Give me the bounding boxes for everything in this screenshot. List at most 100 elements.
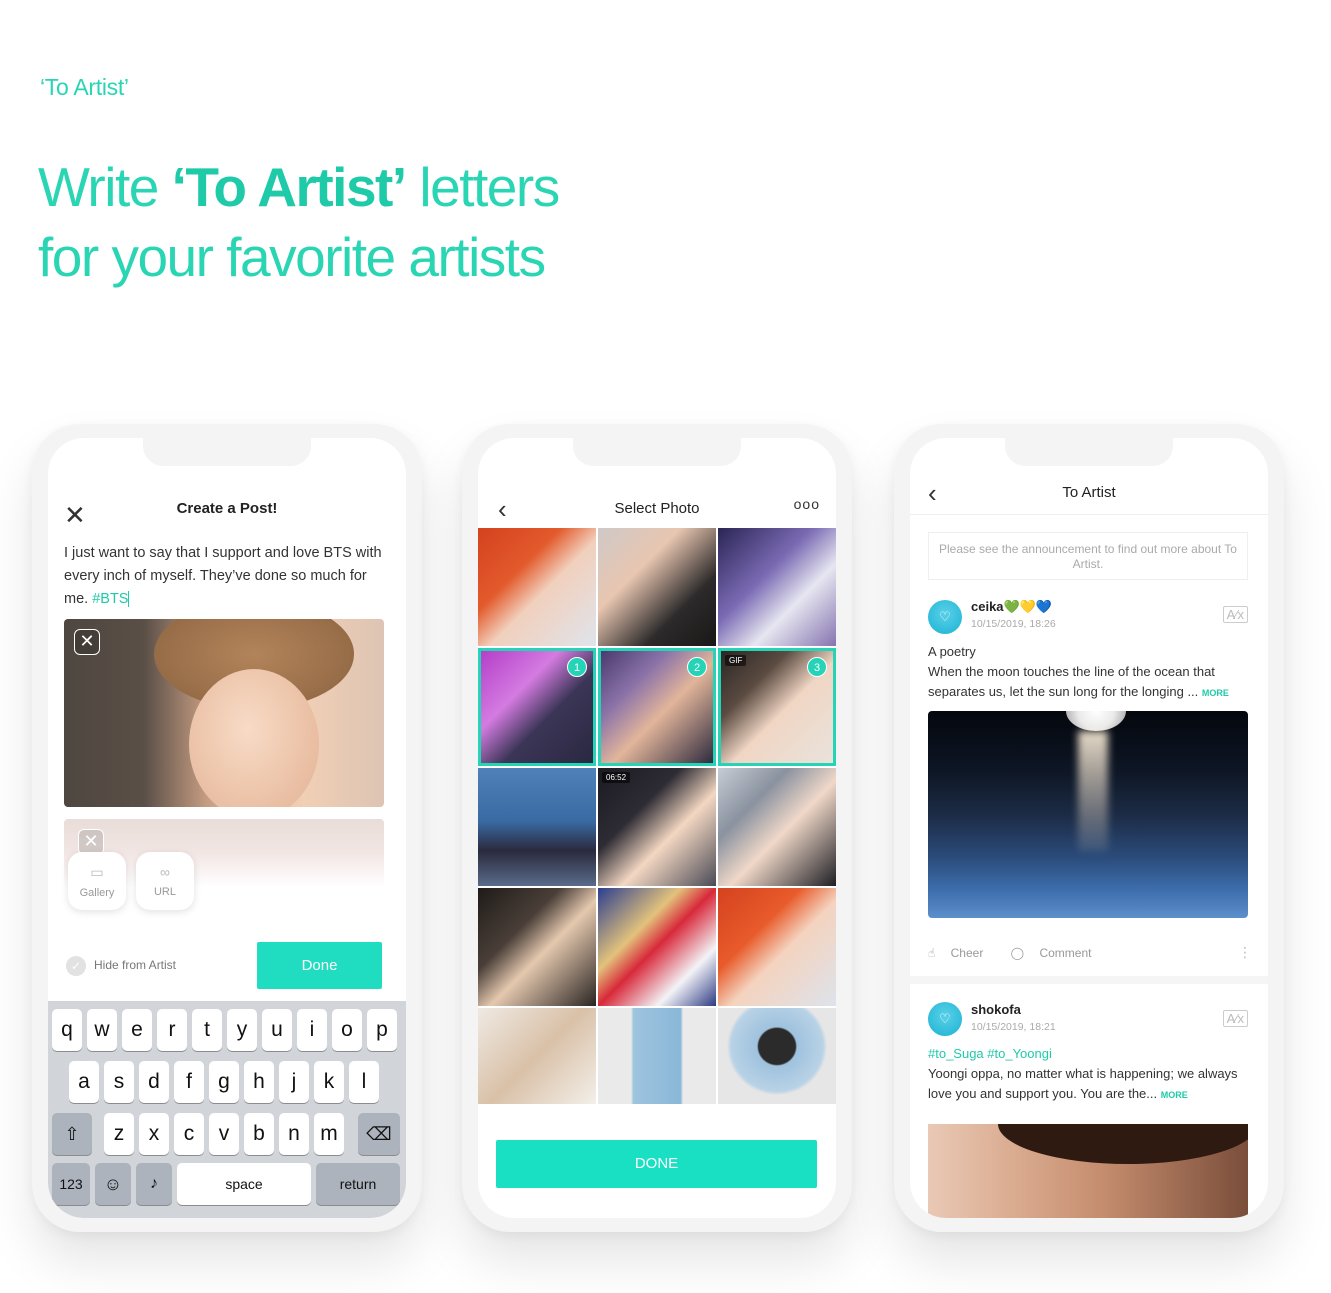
key-e[interactable]: e [122,1009,152,1051]
key-j[interactable]: j [279,1061,309,1103]
header-divider [910,514,1268,515]
key-x[interactable]: x [139,1113,169,1155]
screen-create-post: ✕ Create a Post! I just want to say that… [48,438,406,1218]
key-r[interactable]: r [157,1009,187,1051]
headline-line2: for your favorite artists [38,226,546,288]
key-c[interactable]: c [174,1113,204,1155]
key-o[interactable]: o [332,1009,362,1051]
phone-select-photo: ‹ Select Photo ooo 1 2 GIF 3 06:52 DONE [462,424,852,1232]
key-g[interactable]: g [209,1061,239,1103]
key-b[interactable]: b [244,1113,274,1155]
photo-thumb[interactable] [718,768,836,886]
phone-notch [573,438,741,466]
post-tags[interactable]: #to_Suga #to_Yoongi [928,1046,1052,1061]
post-text-body: When the moon touches the line of the oc… [928,664,1215,699]
photo-thumb[interactable] [478,528,596,646]
key-m[interactable]: m [314,1113,344,1155]
kebab-menu-icon[interactable]: ⋮ [1238,944,1252,961]
photo-thumb[interactable] [478,768,596,886]
more-icon[interactable]: ooo [794,496,820,512]
post-actions: ☝ Cheer ◯ Comment [928,946,1115,960]
gallery-button[interactable]: ▭ Gallery [68,852,126,910]
hide-from-artist-label: Hide from Artist [94,958,177,973]
shift-key[interactable]: ⇧ [52,1113,92,1155]
hide-from-artist-toggle[interactable]: ✓ Hide from Artist [66,956,176,976]
headline-post: letters [405,156,560,218]
avatar[interactable]: ♡ [928,1002,962,1036]
key-w[interactable]: w [87,1009,117,1051]
key-k[interactable]: k [314,1061,344,1103]
photo-thumb[interactable]: 06:52 [598,768,716,886]
cheer-label: Cheer [950,946,984,960]
numbers-key[interactable]: 123 [52,1163,90,1205]
photo-thumb-selected[interactable]: GIF 3 [718,648,836,766]
comment-label: Comment [1039,946,1092,960]
translate-icon[interactable]: A⁄x [1222,1010,1248,1027]
post-username-text: ceika [971,599,1004,614]
cheer-button[interactable]: ☝ Cheer [928,946,995,960]
photo-thumb-selected[interactable]: 1 [478,648,596,766]
selection-number: 2 [687,657,707,677]
key-n[interactable]: n [279,1113,309,1155]
return-key[interactable]: return [316,1163,400,1205]
key-q[interactable]: q [52,1009,82,1051]
more-link[interactable]: MORE [1202,688,1229,698]
done-button[interactable]: DONE [496,1140,817,1188]
photo-thumb-selected[interactable]: 2 [598,648,716,766]
moonlight-reflection [1078,731,1108,851]
post-body-input[interactable]: I just want to say that I support and lo… [64,542,384,611]
url-button[interactable]: ∞ URL [136,852,194,910]
phone-notch [143,438,311,466]
translate-icon[interactable]: A⁄x [1222,606,1248,623]
selection-number: 1 [567,657,587,677]
space-key[interactable]: space [177,1163,311,1205]
check-icon: ✓ [66,956,86,976]
emoji-icon[interactable]: ☺ [95,1163,131,1205]
more-link[interactable]: MORE [1161,1090,1188,1100]
key-a[interactable]: a [69,1061,99,1103]
url-label: URL [153,886,176,898]
key-d[interactable]: d [139,1061,169,1103]
backspace-key[interactable]: ⌫ [358,1113,400,1155]
announcement-notice[interactable]: Please see the announcement to find out … [928,532,1248,580]
photo-thumb[interactable] [718,528,836,646]
key-s[interactable]: s [104,1061,134,1103]
key-z[interactable]: z [104,1113,134,1155]
photo-thumb[interactable] [598,1008,716,1104]
post-image[interactable] [928,711,1248,918]
key-t[interactable]: t [192,1009,222,1051]
photo-thumb[interactable] [718,888,836,1006]
key-y[interactable]: y [227,1009,257,1051]
remove-photo-icon[interactable]: ✕ [74,629,100,655]
post-text-body: Yoongi oppa, no matter what is happening… [928,1066,1238,1101]
key-f[interactable]: f [174,1061,204,1103]
microphone-icon[interactable]: ♪ [136,1163,172,1205]
avatar[interactable]: ♡ [928,600,962,634]
key-p[interactable]: p [367,1009,397,1051]
photo-thumb[interactable] [478,1008,596,1104]
photo-thumb[interactable] [598,888,716,1006]
post-username[interactable]: shokofa [971,1002,1021,1017]
key-h[interactable]: h [244,1061,274,1103]
post-image[interactable] [928,1124,1248,1218]
post-username[interactable]: ceika💚💛💙 [971,599,1052,615]
text-caret [128,591,130,608]
post-date: 10/15/2019, 18:26 [971,618,1056,630]
phone-create-post: ✕ Create a Post! I just want to say that… [32,424,422,1232]
page-title: Create a Post! [176,500,278,517]
key-i[interactable]: i [297,1009,327,1051]
post-hashtag: #BTS [92,591,129,607]
moon [1066,711,1126,731]
post-text: #to_Suga #to_Yoongi Yoongi oppa, no matt… [928,1044,1248,1105]
gallery-label: Gallery [79,887,115,899]
comment-button[interactable]: ◯ Comment [1011,946,1104,960]
photo-thumb[interactable] [598,528,716,646]
photo-thumb[interactable] [478,888,596,1006]
headline: Write ‘To Artist’ letters for your favor… [38,152,560,292]
key-v[interactable]: v [209,1113,239,1155]
photo-thumb[interactable] [718,1008,836,1104]
key-l[interactable]: l [349,1061,379,1103]
done-button[interactable]: Done [257,942,382,989]
screen-select-photo: ‹ Select Photo ooo 1 2 GIF 3 06:52 DONE [478,438,836,1218]
key-u[interactable]: u [262,1009,292,1051]
